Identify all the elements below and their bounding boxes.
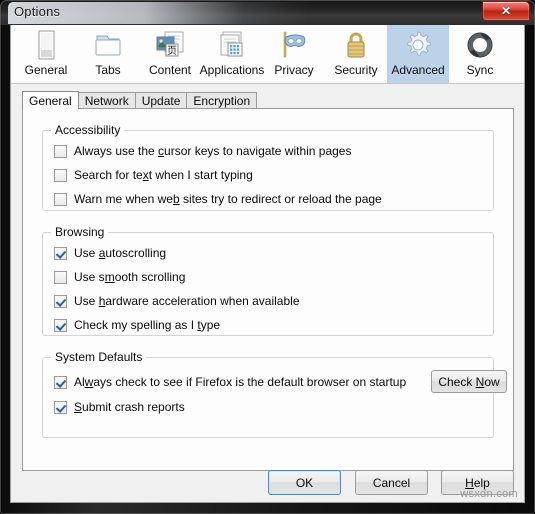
applications-icon <box>215 29 249 62</box>
checkbox-row-autoscrolling[interactable]: Use autoscrolling <box>54 246 166 260</box>
tab-general-label: General <box>29 93 72 108</box>
check-now-button[interactable]: Check Now <box>431 370 507 393</box>
checkbox-warn-redirect[interactable] <box>54 192 67 206</box>
category-advanced-label: Advanced <box>391 63 445 77</box>
category-advanced[interactable]: Advanced <box>387 25 449 83</box>
checkbox-smooth-scrolling-label: Use smooth scrolling <box>74 270 186 284</box>
checkbox-default-browser-label: Always check to see if Firefox is the de… <box>74 375 407 389</box>
checkbox-default-browser[interactable] <box>54 375 67 389</box>
category-general-label: General <box>24 63 68 77</box>
cancel-button-label: Cancel <box>372 475 411 490</box>
checkbox-hardware-acceleration-label: Use hardware acceleration when available <box>74 294 300 308</box>
group-browsing-title: Browsing <box>51 225 109 239</box>
content-icon: 页 <box>153 29 187 62</box>
tab-network[interactable]: Network <box>77 92 136 109</box>
tab-general[interactable]: General <box>22 91 79 109</box>
checkbox-autoscrolling[interactable] <box>54 246 67 260</box>
category-privacy[interactable]: Privacy <box>263 25 325 83</box>
category-sync[interactable]: Sync <box>449 25 511 83</box>
category-security-label: Security <box>334 63 378 77</box>
sync-icon <box>463 29 497 62</box>
tab-encryption[interactable]: Encryption <box>186 92 258 109</box>
close-button[interactable]: ✕ <box>482 1 530 21</box>
checkbox-row-search-typing[interactable]: Search for text when I start typing <box>54 168 253 182</box>
checkbox-row-hardware-acceleration[interactable]: Use hardware acceleration when available <box>54 294 300 308</box>
checkbox-row-smooth-scrolling[interactable]: Use smooth scrolling <box>54 270 185 284</box>
checkbox-row-crash-reports[interactable]: Submit crash reports <box>54 400 185 414</box>
title-bar[interactable]: Options ✕ <box>0 0 535 25</box>
sub-tab-strip: General Network Update Encryption <box>22 91 514 109</box>
checkbox-spell-check-label: Check my spelling as I type <box>74 318 221 332</box>
category-content[interactable]: 页 Content <box>139 25 201 83</box>
tab-encryption-label: Encryption <box>193 94 251 108</box>
watermark: wsxdn.com <box>460 488 518 500</box>
close-icon: ✕ <box>500 4 512 18</box>
category-sync-label: Sync <box>466 63 494 77</box>
category-general[interactable]: General <box>15 25 77 83</box>
group-accessibility: Accessibility Always use the cursor keys… <box>42 123 494 211</box>
category-security[interactable]: Security <box>325 25 387 83</box>
checkbox-smooth-scrolling[interactable] <box>54 270 67 284</box>
window-title: Options <box>14 4 61 19</box>
checkbox-row-cursor-keys[interactable]: Always use the cursor keys to navigate w… <box>54 144 351 158</box>
category-tabs[interactable]: Tabs <box>77 25 139 83</box>
dialog-client-area: General Tabs 页 Content Applications Priv… <box>10 25 525 503</box>
check-now-button-label: Check Now <box>438 374 500 389</box>
svg-text:页: 页 <box>167 45 177 57</box>
checkbox-autoscrolling-label: Use autoscrolling <box>74 246 167 260</box>
checkbox-crash-reports[interactable] <box>54 400 67 414</box>
group-system-defaults-title: System Defaults <box>51 350 147 364</box>
checkbox-cursor-keys[interactable] <box>54 144 67 158</box>
tab-update[interactable]: Update <box>134 92 188 109</box>
checkbox-hardware-acceleration[interactable] <box>54 294 67 308</box>
checkbox-row-spell-check[interactable]: Check my spelling as I type <box>54 318 220 332</box>
mask-icon <box>277 29 311 62</box>
folder-icon <box>91 29 125 62</box>
ok-button-label: OK <box>295 475 314 490</box>
group-system-defaults: System Defaults Always check to see if F… <box>42 350 507 438</box>
checkbox-warn-redirect-label: Warn me when web sites try to redirect o… <box>74 192 382 206</box>
group-browsing: Browsing Use autoscrolling Use smooth sc… <box>42 225 494 336</box>
checkbox-row-warn-redirect[interactable]: Warn me when web sites try to redirect o… <box>54 192 382 206</box>
checkbox-search-typing-label: Search for text when I start typing <box>74 168 253 182</box>
category-applications[interactable]: Applications <box>199 25 265 83</box>
page-icon <box>29 29 63 62</box>
general-tab-panel: Accessibility Always use the cursor keys… <box>22 108 514 471</box>
cancel-button[interactable]: Cancel <box>355 470 428 495</box>
category-tabs-label: Tabs <box>95 63 121 77</box>
category-privacy-label: Privacy <box>274 63 314 77</box>
ok-button[interactable]: OK <box>268 470 341 495</box>
checkbox-cursor-keys-label: Always use the cursor keys to navigate w… <box>74 144 352 158</box>
checkbox-row-default-browser[interactable]: Always check to see if Firefox is the de… <box>54 375 406 389</box>
checkbox-spell-check[interactable] <box>54 318 67 332</box>
tab-update-label: Update <box>141 94 181 108</box>
category-toolbar: General Tabs 页 Content Applications Priv… <box>11 25 524 84</box>
tab-network-label: Network <box>84 94 129 108</box>
gear-icon <box>401 29 435 62</box>
checkbox-search-typing[interactable] <box>54 168 67 182</box>
category-applications-label: Applications <box>199 63 265 77</box>
checkbox-crash-reports-label: Submit crash reports <box>74 400 185 414</box>
padlock-icon <box>339 29 373 62</box>
options-window: Options ✕ General Tabs 页 Content Applica… <box>0 0 535 514</box>
group-accessibility-title: Accessibility <box>51 123 125 137</box>
category-content-label: Content <box>148 63 192 77</box>
